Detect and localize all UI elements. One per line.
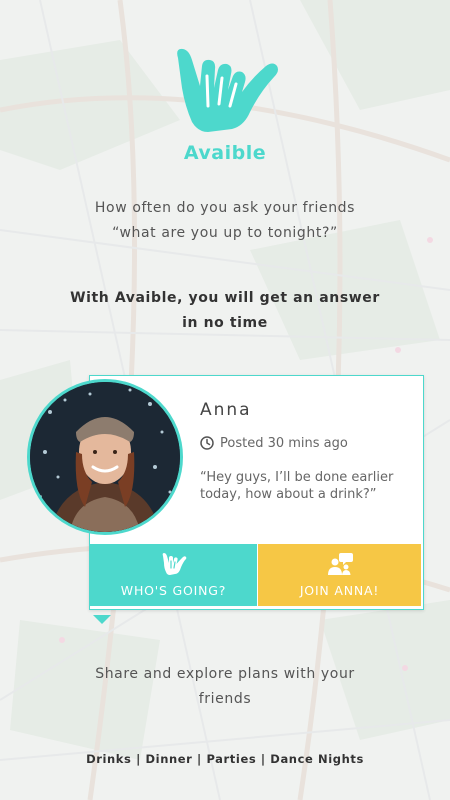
posted-label: Posted 30 mins ago	[220, 435, 348, 451]
pitch-text: With Avaible, you will get an answer in …	[0, 286, 450, 336]
clock-icon	[200, 436, 214, 450]
share-text: Share and explore plans with your friend…	[0, 662, 450, 712]
join-anna-button[interactable]: JOIN ANNA!	[258, 544, 421, 606]
post-author-name: Anna	[200, 400, 252, 420]
intro-line-1: How often do you ask your friends	[94, 200, 356, 216]
shaka-logo-icon	[177, 48, 278, 133]
categories-footer: Drinks | Dinner | Parties | Dance Nights	[86, 752, 364, 766]
pitch-line-1: With Avaible, you will get an answer	[70, 290, 380, 306]
whos-going-label: WHO'S GOING?	[120, 583, 227, 598]
post-timestamp: Posted 30 mins ago	[200, 434, 348, 452]
share-line-2: friends	[198, 691, 252, 707]
whos-going-button[interactable]: WHO'S GOING?	[90, 544, 257, 606]
people-chat-icon	[327, 553, 353, 575]
pitch-line-2: in no time	[182, 315, 268, 331]
intro-line-2: “what are you up to tonight?”	[112, 225, 338, 241]
card-pointer	[93, 615, 111, 624]
intro-text: How often do you ask your friends “what …	[0, 196, 450, 246]
join-anna-label: JOIN ANNA!	[299, 583, 380, 598]
app-name: Avaible	[183, 142, 267, 164]
avatar	[27, 379, 183, 535]
share-line-1: Share and explore plans with your	[95, 666, 355, 682]
shaka-hand-icon	[162, 553, 186, 575]
post-message: “Hey guys, I’ll be done earlier today, h…	[200, 469, 415, 503]
post-message-line-2: today, how about a drink?”	[200, 487, 377, 502]
post-message-line-1: “Hey guys, I’ll be done earlier	[200, 470, 394, 485]
